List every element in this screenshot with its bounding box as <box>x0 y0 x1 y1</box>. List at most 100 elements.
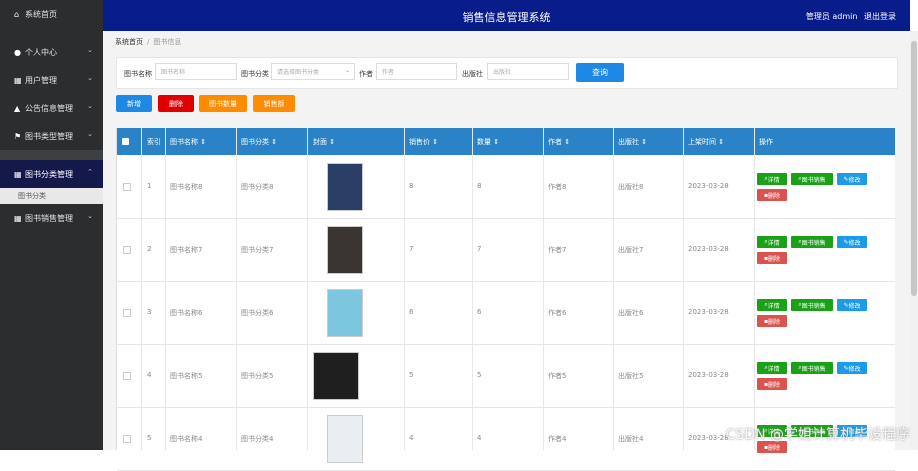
detail-button[interactable]: ⌕ 详情 <box>757 362 787 374</box>
chevron-down-icon: ⌄ <box>87 130 93 138</box>
breadcrumb-home[interactable]: 系统首页 <box>115 38 143 46</box>
cell-name: 图书名称7 <box>170 246 203 254</box>
cell-publisher: 出版社8 <box>618 183 644 191</box>
sidebar-item-book-categories[interactable]: ▦ 图书分类管理 ⌃ <box>0 160 103 188</box>
sales-detail-button[interactable]: ⌕ 图书销售 <box>791 299 833 311</box>
cell-index: 2 <box>147 245 152 253</box>
book-name-input[interactable]: 图书名称 <box>155 63 237 80</box>
row-checkbox[interactable] <box>123 372 131 380</box>
table-row: 4 图书名称5 图书分类5 5 5 作者5 出版社5 2023-03-28 ⌕ 详情 ⌕ 图书销售 ✎ 修… <box>117 344 895 408</box>
cell-category: 图书分类4 <box>241 435 274 443</box>
cell-author: 作者4 <box>548 435 567 443</box>
detail-button[interactable]: ⌕ 详情 <box>757 299 787 311</box>
edit-button[interactable]: ✎ 修改 <box>837 236 867 248</box>
watermark: CSDN @学姐计算机毕设程序 <box>725 427 910 443</box>
chevron-down-icon: ⌄ <box>87 74 93 82</box>
row-delete-button[interactable]: ▪ 删除 <box>757 378 787 390</box>
sidebar-item-book-types[interactable]: ⚑ 图书类型管理 ⌄ <box>0 122 103 150</box>
cell-index: 4 <box>147 371 152 379</box>
search-button[interactable]: 查询 <box>576 63 624 82</box>
cell-category: 图书分类6 <box>241 309 274 317</box>
cell-name: 图书名称5 <box>170 372 203 380</box>
col-author[interactable]: 作者 ⇕ <box>548 137 570 147</box>
cell-author: 作者8 <box>548 183 567 191</box>
book-count-button[interactable]: 图书数量 <box>199 95 247 112</box>
cell-date: 2023-03-28 <box>688 245 729 253</box>
row-checkbox[interactable] <box>123 309 131 317</box>
sales-detail-button[interactable]: ⌕ 图书销售 <box>791 236 833 248</box>
edit-button[interactable]: ✎ 修改 <box>837 173 867 185</box>
cell-name: 图书名称4 <box>170 435 203 443</box>
logout-link[interactable]: 退出登录 <box>864 12 896 21</box>
row-checkbox[interactable] <box>123 246 131 254</box>
vertical-scrollbar[interactable] <box>910 31 918 450</box>
col-ops: 操作 <box>759 138 773 146</box>
book-name-label: 图书名称 <box>124 70 152 78</box>
col-price[interactable]: 销售价 ⇕ <box>409 137 438 147</box>
chevron-down-icon: ⌄ <box>87 102 93 110</box>
col-qty[interactable]: 数量 ⇕ <box>477 137 499 147</box>
detail-button[interactable]: ⌕ 详情 <box>757 173 787 185</box>
grid-icon: ▦ <box>14 75 22 85</box>
row-delete-button[interactable]: ▪ 删除 <box>757 252 787 264</box>
cell-category: 图书分类7 <box>241 246 274 254</box>
sales-amount-button[interactable]: 销售额 <box>253 95 295 112</box>
cell-index: 5 <box>147 434 152 442</box>
sidebar-item-book-sales[interactable]: ▦ 图书销售管理 ⌄ <box>0 204 103 232</box>
delete-button[interactable]: 删除 <box>158 95 194 112</box>
add-button[interactable]: 新增 <box>116 95 152 112</box>
sidebar-item-label: 图书类型管理 <box>25 131 73 141</box>
cell-publisher: 出版社7 <box>618 246 644 254</box>
category-select[interactable]: 请选择图书分类 ⌄ <box>271 63 355 80</box>
publisher-input[interactable]: 出版社 <box>487 63 569 80</box>
grid-icon: ▦ <box>14 169 22 179</box>
row-delete-button[interactable]: ▪ 删除 <box>757 189 787 201</box>
main-content: 系统首页 / 图书信息 图书名称 图书名称 图书分类 请选择图书分类 ⌄ 作者 作者… <box>103 31 910 471</box>
row-checkbox[interactable] <box>123 435 131 443</box>
detail-button[interactable]: ⌕ 详情 <box>757 236 787 248</box>
book-cover-image <box>327 415 363 463</box>
sidebar-subitem-book-category[interactable]: 图书分类 <box>0 188 103 204</box>
cell-qty: 4 <box>477 434 482 442</box>
cell-date: 2023-03-28 <box>688 434 729 442</box>
cell-name: 图书名称8 <box>170 183 203 191</box>
user-icon: ● <box>14 47 21 57</box>
col-name[interactable]: 图书名称 ⇕ <box>170 137 206 147</box>
breadcrumb: 系统首页 / 图书信息 <box>115 38 182 46</box>
sidebar: ⌂ 系统首页 ● 个人中心 ⌄ ▦ 用户管理 ⌄ ▲ 公告信息管理 ⌄ ⚑ 图书… <box>0 0 103 450</box>
col-index[interactable]: 索引 <box>147 137 161 147</box>
category-label: 图书分类 <box>241 70 269 78</box>
table-row: 1 图书名称8 图书分类8 8 8 作者8 出版社8 2023-03-28 ⌕ 详情 ⌕ 图书销售 ✎ 修… <box>117 155 895 219</box>
select-all-checkbox[interactable] <box>122 138 129 145</box>
author-label: 作者 <box>359 70 373 78</box>
col-publisher[interactable]: 出版社 ⇕ <box>618 137 647 147</box>
sidebar-item-label: 图书分类管理 <box>25 169 73 179</box>
sidebar-item-users[interactable]: ▦ 用户管理 ⌄ <box>0 66 103 94</box>
cell-author: 作者7 <box>548 246 567 254</box>
edit-button[interactable]: ✎ 修改 <box>837 362 867 374</box>
sidebar-item-profile[interactable]: ● 个人中心 ⌄ <box>0 38 103 66</box>
cell-qty: 7 <box>477 245 482 253</box>
sales-detail-button[interactable]: ⌕ 图书销售 <box>791 173 833 185</box>
cell-date: 2023-03-28 <box>688 371 729 379</box>
app-title: 销售信息管理系统 <box>462 11 551 24</box>
row-delete-button[interactable]: ▪ 删除 <box>757 315 787 327</box>
col-category[interactable]: 图书分类 ⇕ <box>241 137 277 147</box>
col-cover[interactable]: 封面 ⇕ <box>313 137 335 147</box>
user-area: 管理员 admin 退出登录 <box>806 11 896 22</box>
author-input[interactable]: 作者 <box>376 63 457 80</box>
col-date[interactable]: 上架时间 ⇕ <box>688 137 724 147</box>
topbar: 销售信息管理系统 管理员 admin 退出登录 <box>103 0 910 31</box>
sidebar-item-label: 个人中心 <box>25 47 57 57</box>
sales-detail-button[interactable]: ⌕ 图书销售 <box>791 362 833 374</box>
row-checkbox[interactable] <box>123 183 131 191</box>
sidebar-item-label: 系统首页 <box>25 9 57 19</box>
edit-button[interactable]: ✎ 修改 <box>837 299 867 311</box>
cell-publisher: 出版社6 <box>618 309 644 317</box>
cell-index: 3 <box>147 308 152 316</box>
sidebar-item-notices[interactable]: ▲ 公告信息管理 ⌄ <box>0 94 103 122</box>
cell-date: 2023-03-28 <box>688 182 729 190</box>
cell-index: 1 <box>147 182 152 190</box>
sidebar-item-home[interactable]: ⌂ 系统首页 <box>0 0 103 28</box>
cell-price: 6 <box>409 308 414 316</box>
